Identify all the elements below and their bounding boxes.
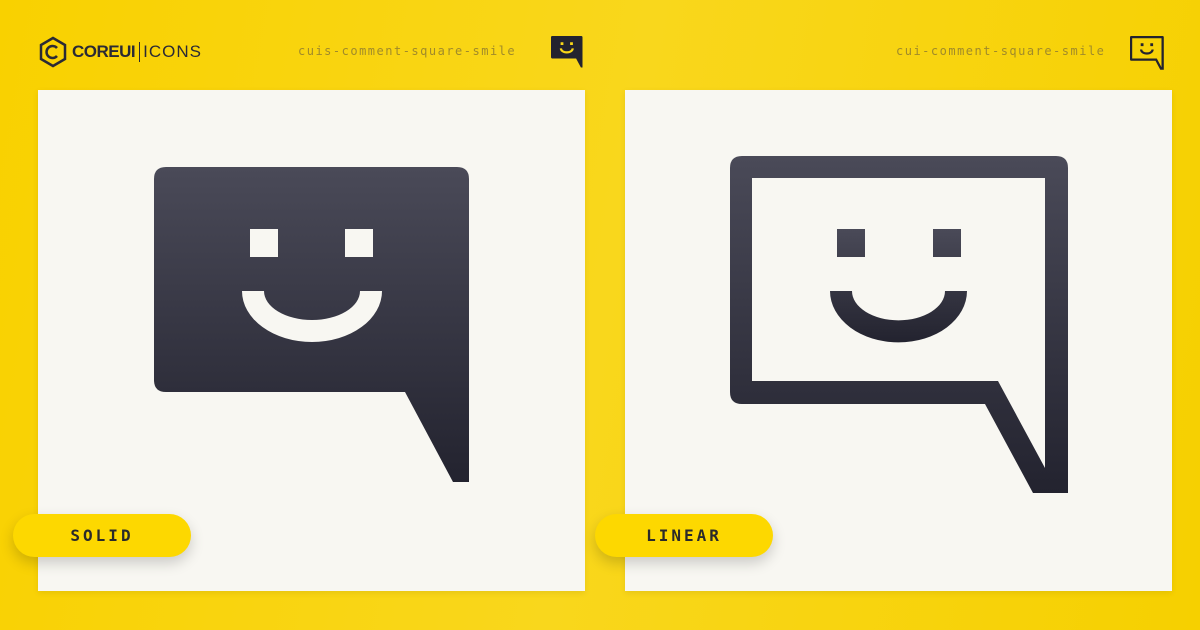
comment-square-smile-linear-icon — [730, 156, 1068, 493]
linear-badge: LINEAR — [595, 514, 773, 557]
comment-square-smile-solid-icon — [154, 167, 469, 482]
solid-badge: SOLID — [13, 514, 191, 557]
small-solid-smile-icon — [551, 36, 583, 68]
small-linear-smile-icon — [1130, 36, 1164, 70]
